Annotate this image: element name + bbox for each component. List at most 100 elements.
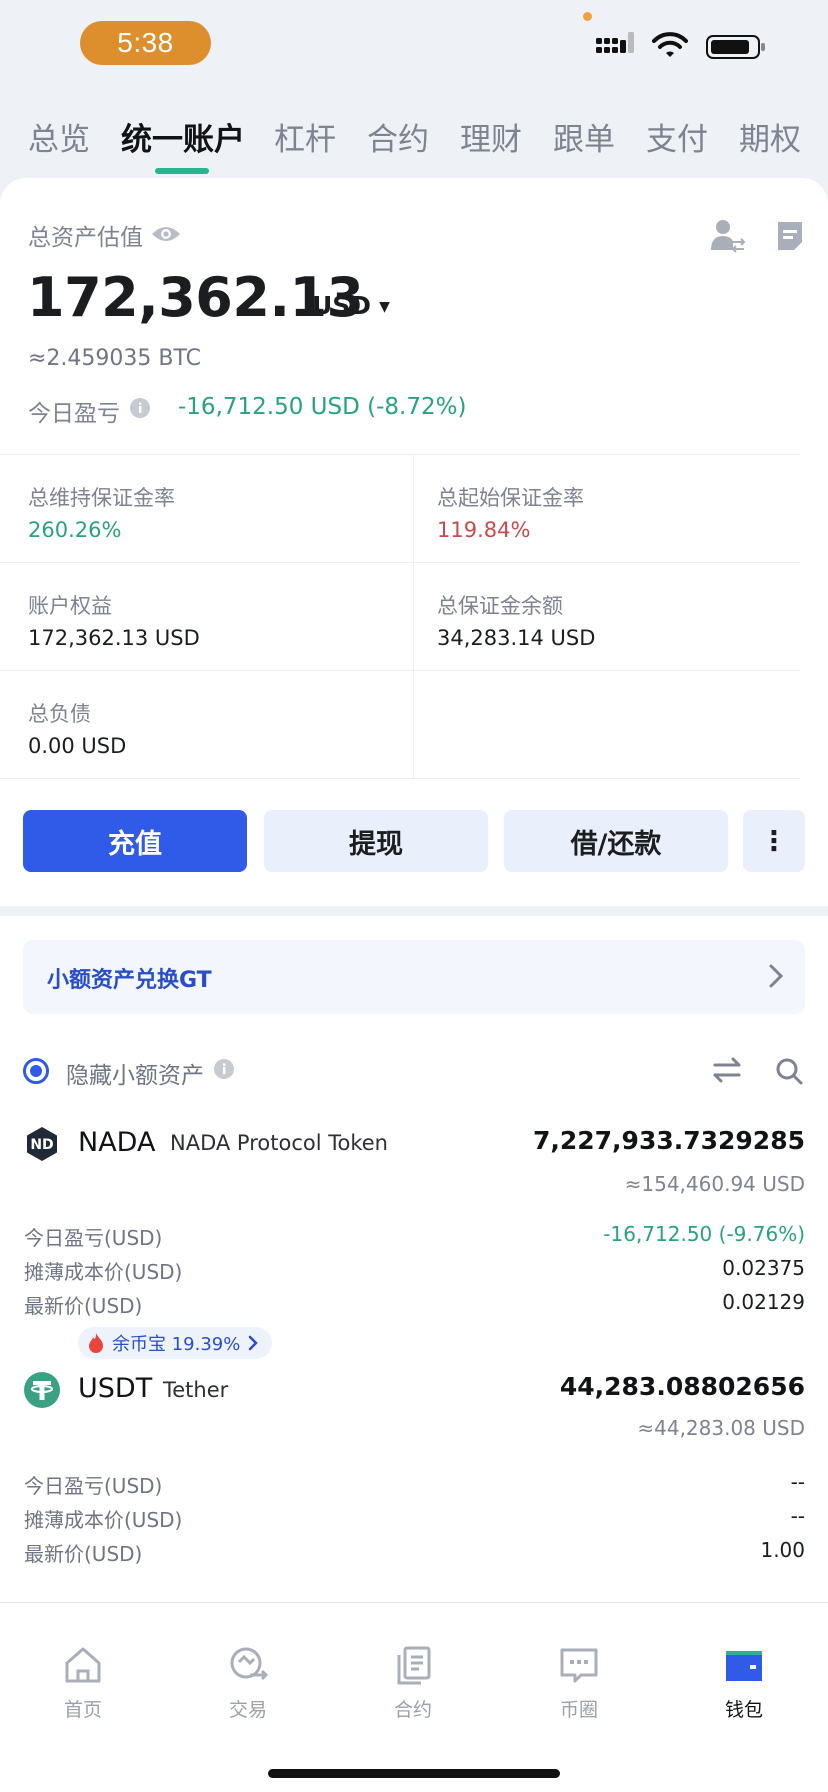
small-assets-convert-banner[interactable]: 小额资产兑换GT xyxy=(23,940,805,1014)
contract-icon xyxy=(397,1646,431,1685)
divider xyxy=(0,778,800,779)
privacy-indicator-dot xyxy=(583,12,592,21)
tab-margin[interactable]: 杠杆 xyxy=(274,114,336,159)
nav-futures[interactable]: 合约 xyxy=(358,1645,468,1722)
tab-payment[interactable]: 支付 xyxy=(646,114,708,159)
asset-usd-value: ≈44,283.08 USD xyxy=(637,1416,805,1440)
nav-label: 首页 xyxy=(63,1699,102,1721)
liabilities-stat: 总负债 0.00 USD xyxy=(28,698,126,758)
eye-icon[interactable] xyxy=(151,224,181,244)
tab-options[interactable]: 期权 xyxy=(739,114,801,159)
currency-selector[interactable]: USD ▼ xyxy=(312,291,390,320)
tab-copy-trading[interactable]: 跟单 xyxy=(553,114,615,159)
nav-label: 合约 xyxy=(393,1699,432,1721)
nav-home[interactable]: 首页 xyxy=(28,1645,138,1722)
yubibao-label: 余币宝 19.39% xyxy=(112,1334,241,1355)
asset-pnl-value: -16,712.50 (-9.76%) xyxy=(603,1222,805,1246)
asset-price-value: 0.02129 xyxy=(722,1290,805,1314)
cellular-signal-icon xyxy=(596,32,634,53)
wifi-icon xyxy=(652,32,688,57)
active-tab-indicator xyxy=(155,168,209,174)
home-icon xyxy=(65,1647,101,1683)
currency-label: USD xyxy=(312,291,372,320)
home-indicator xyxy=(268,1769,560,1778)
chevron-right-icon xyxy=(249,1335,259,1351)
user-switch-icon[interactable] xyxy=(710,218,746,254)
maint-margin-value: 260.26% xyxy=(28,518,122,542)
tab-unified-account[interactable]: 统一账户 xyxy=(121,114,245,159)
asset-pnl-label: 今日盈亏(USD) xyxy=(24,1226,163,1250)
asset-symbol: USDT xyxy=(78,1373,153,1404)
battery-icon xyxy=(706,35,765,59)
liabilities-label: 总负债 xyxy=(28,702,91,726)
equity-value: 172,362.13 USD xyxy=(28,626,200,650)
nada-coin-icon: ND xyxy=(27,1127,57,1161)
nav-label: 币圈 xyxy=(559,1699,598,1721)
maint-margin-stat: 总维持保证金率 260.26% xyxy=(28,482,175,542)
nav-community[interactable]: 币圈 xyxy=(524,1645,634,1722)
asset-usd-value: ≈154,460.94 USD xyxy=(624,1172,805,1196)
yubibao-apy-badge[interactable]: 余币宝 19.39% xyxy=(78,1327,273,1359)
caret-down-icon: ▼ xyxy=(379,298,390,315)
deposit-button[interactable]: 充值 xyxy=(23,810,247,872)
info-icon[interactable] xyxy=(214,1059,234,1079)
tab-overview[interactable]: 总览 xyxy=(28,114,90,159)
initial-margin-label: 总起始保证金率 xyxy=(437,486,584,510)
withdraw-button[interactable]: 提现 xyxy=(264,810,488,872)
account-tabs: 总览 统一账户 杠杆 合约 理财 跟单 支付 期权 xyxy=(0,108,828,178)
tab-finance[interactable]: 理财 xyxy=(460,114,522,159)
asset-pnl-label: 今日盈亏(USD) xyxy=(24,1474,163,1498)
account-summary-card: 总资产估值 172,362.13 USD ▼ ≈2.459035 BTC 今日盈… xyxy=(0,178,828,906)
asset-name: Tether xyxy=(163,1378,229,1402)
status-time: 5:38 xyxy=(80,21,211,65)
tab-futures[interactable]: 合约 xyxy=(367,114,429,159)
status-bar: 5:38 xyxy=(0,0,828,96)
asset-cost-label: 摊薄成本价(USD) xyxy=(24,1508,183,1532)
asset-cost-value: 0.02375 xyxy=(722,1256,805,1280)
asset-name: NADA Protocol Token xyxy=(170,1131,388,1155)
convert-label: 小额资产兑换GT xyxy=(47,968,212,993)
usdt-coin-icon xyxy=(24,1372,60,1408)
asset-price-label: 最新价(USD) xyxy=(24,1542,143,1566)
records-icon[interactable] xyxy=(776,220,804,252)
asset-pnl-value: -- xyxy=(790,1470,805,1494)
swap-icon[interactable] xyxy=(713,1057,741,1083)
equity-stat: 账户权益 172,362.13 USD xyxy=(28,590,200,650)
liabilities-value: 0.00 USD xyxy=(28,734,127,758)
asset-cost-label: 摊薄成本价(USD) xyxy=(24,1260,183,1284)
nav-label: 交易 xyxy=(228,1699,267,1721)
nav-label: 钱包 xyxy=(724,1699,763,1721)
asset-cost-value: -- xyxy=(790,1504,805,1528)
margin-balance-value: 34,283.14 USD xyxy=(437,626,596,650)
equity-label: 账户权益 xyxy=(28,594,112,618)
margin-stats-grid: 总维持保证金率 260.26% 总起始保证金率 119.84% 账户权益 172… xyxy=(0,454,828,782)
svg-text:ND: ND xyxy=(30,1137,53,1153)
more-options-button[interactable]: ⋮ xyxy=(743,810,805,872)
divider xyxy=(0,454,800,455)
nav-trade[interactable]: 交易 xyxy=(193,1645,303,1722)
nav-wallet[interactable]: 钱包 xyxy=(689,1645,799,1722)
assets-section: 小额资产兑换GT 隐藏小额资产 ND NADA NADA Protocol To… xyxy=(0,916,828,1602)
today-pnl-label: 今日盈亏 xyxy=(28,401,120,427)
chevron-right-icon xyxy=(769,964,783,988)
divider xyxy=(413,454,414,778)
maint-margin-label: 总维持保证金率 xyxy=(28,486,175,510)
asset-symbol: NADA xyxy=(78,1127,156,1158)
total-assets-label: 总资产估值 xyxy=(28,225,143,251)
search-icon[interactable] xyxy=(775,1057,803,1085)
chat-icon xyxy=(560,1648,598,1683)
margin-balance-label: 总保证金余额 xyxy=(437,594,563,618)
initial-margin-value: 119.84% xyxy=(437,518,531,542)
borrow-repay-button[interactable]: 借/还款 xyxy=(504,810,728,872)
asset-price-value: 1.00 xyxy=(760,1538,805,1562)
info-icon[interactable] xyxy=(130,398,150,418)
margin-balance-stat: 总保证金余额 34,283.14 USD xyxy=(437,590,595,650)
initial-margin-stat: 总起始保证金率 119.84% xyxy=(437,482,584,542)
asset-price-label: 最新价(USD) xyxy=(24,1294,143,1318)
hide-small-assets-radio[interactable] xyxy=(23,1058,49,1084)
divider xyxy=(0,670,800,671)
divider xyxy=(0,562,800,563)
today-pnl-value: -16,712.50 USD (-8.72%) xyxy=(178,394,467,420)
hide-small-assets-label: 隐藏小额资产 xyxy=(66,1063,204,1089)
bottom-navigation: 首页 交易 合约 币圈 钱包 xyxy=(0,1602,828,1792)
